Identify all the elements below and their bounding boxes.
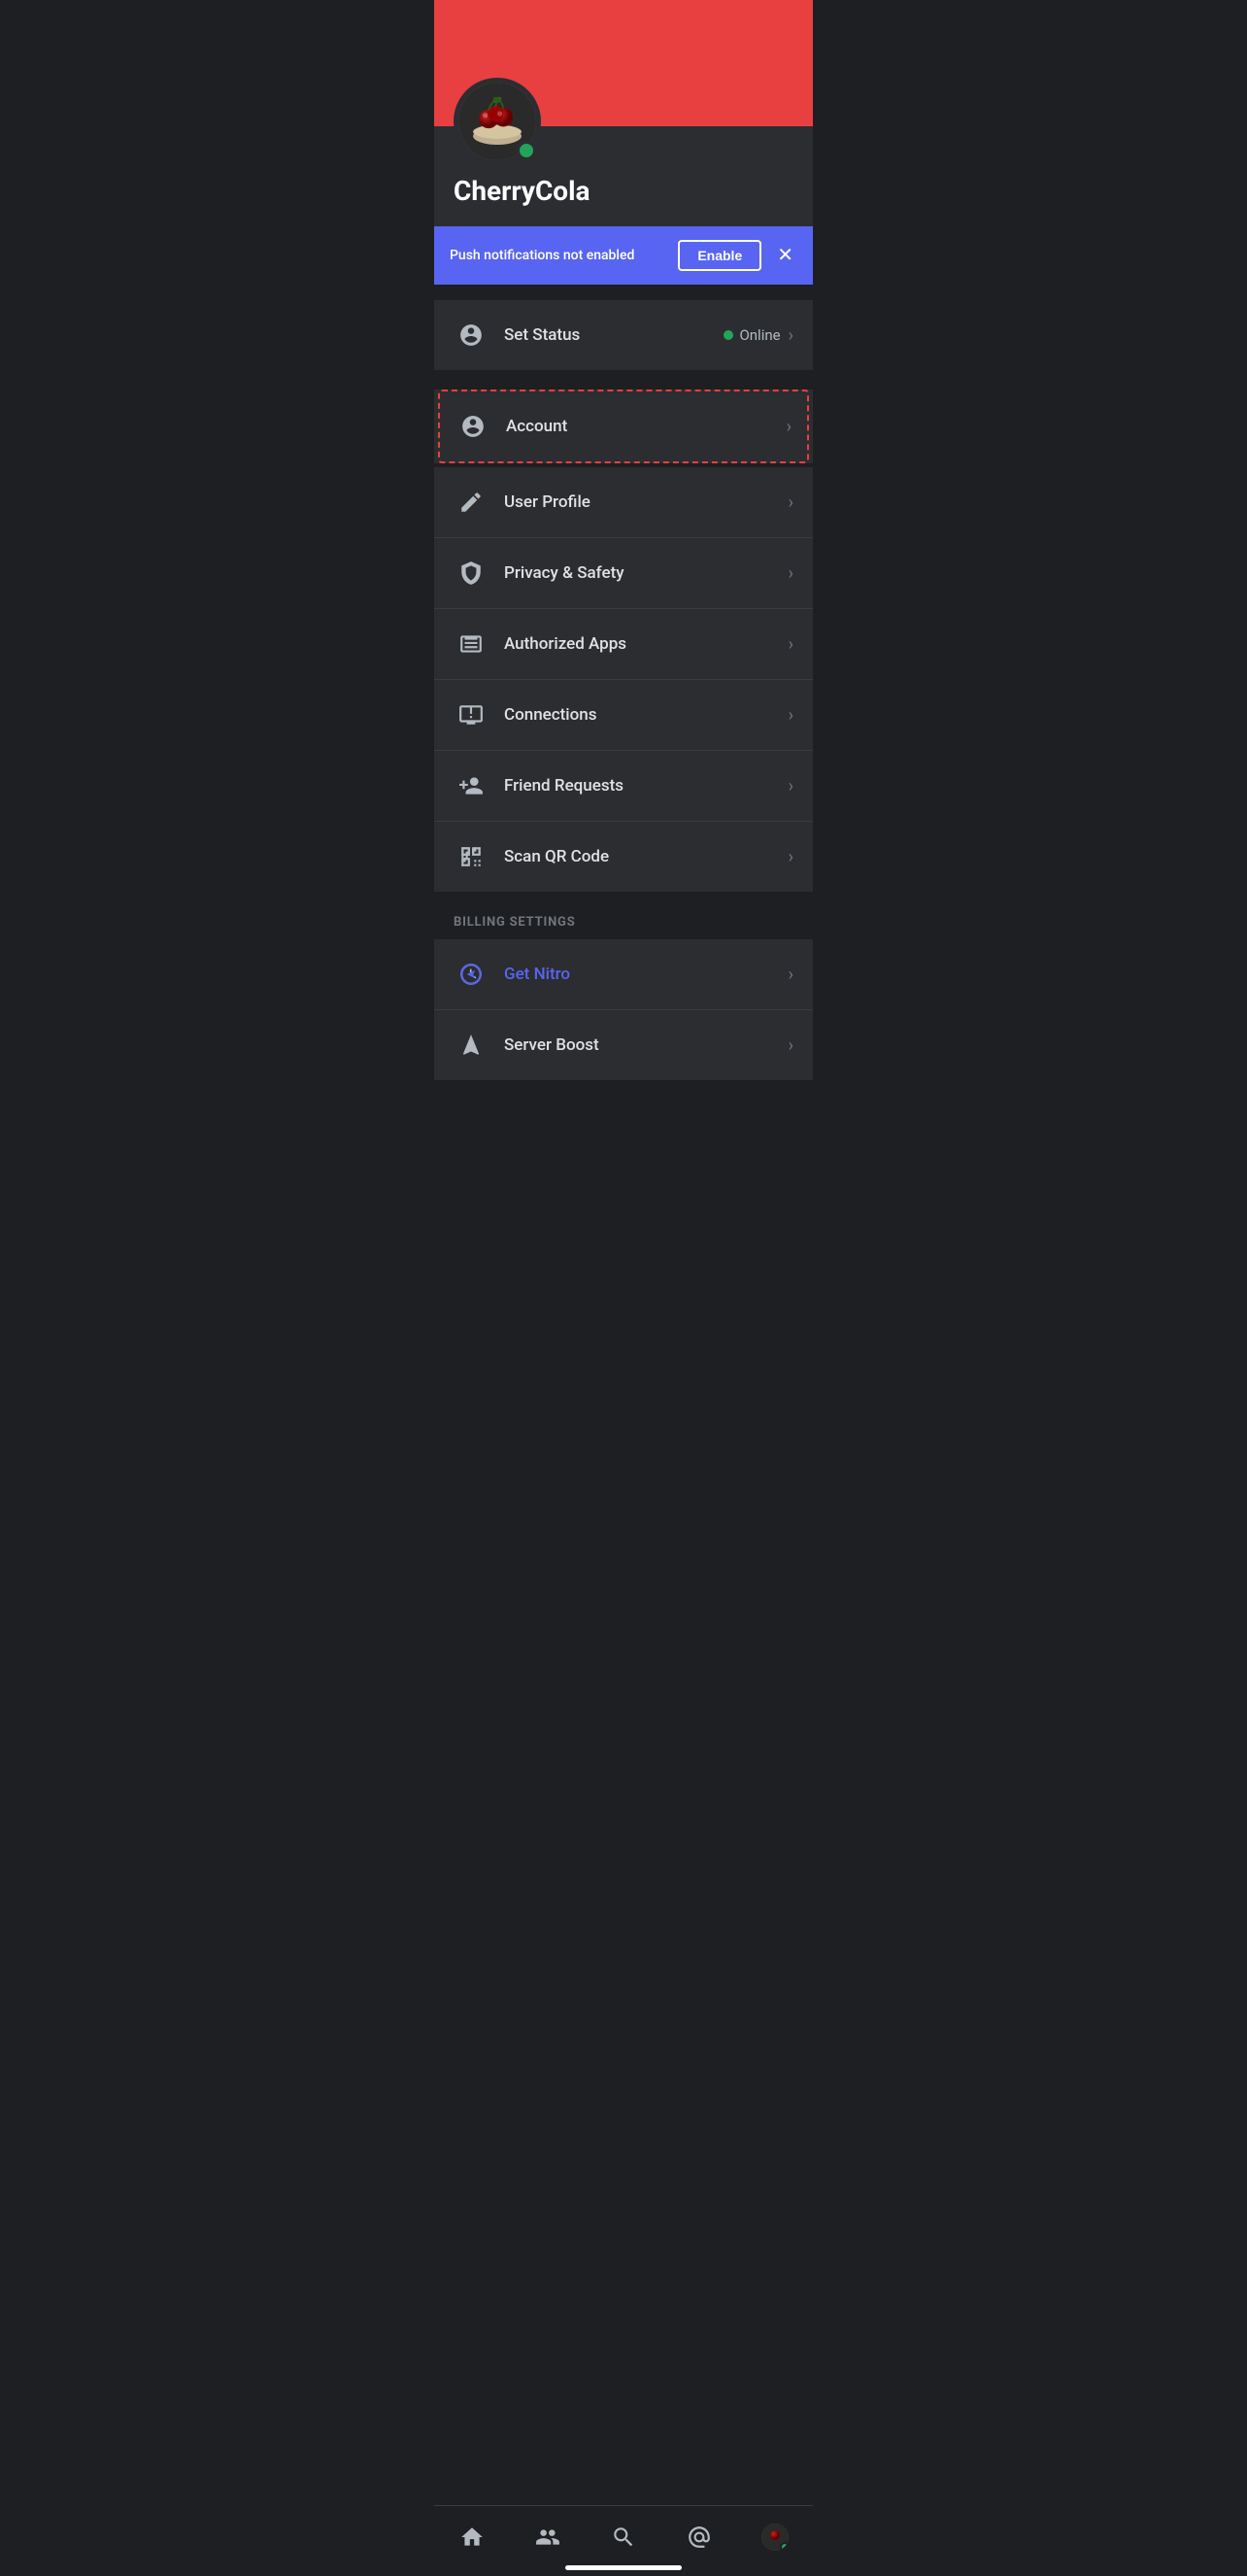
get-nitro-label: Get Nitro bbox=[504, 965, 789, 984]
user-profile-chevron: › bbox=[789, 492, 793, 513]
connections-label: Connections bbox=[504, 705, 789, 725]
get-nitro-item[interactable]: Get Nitro › bbox=[434, 939, 813, 1010]
account-item[interactable]: Account › bbox=[438, 390, 809, 463]
server-boost-item[interactable]: Server Boost › bbox=[434, 1010, 813, 1080]
set-status-chevron: › bbox=[789, 325, 793, 346]
user-profile-label: User Profile bbox=[504, 492, 789, 512]
nav-avatar bbox=[761, 2524, 789, 2551]
header-profile-area: CherryCola bbox=[434, 126, 813, 226]
online-status-dot bbox=[516, 140, 537, 161]
server-boost-label: Server Boost bbox=[504, 1035, 789, 1055]
billing-section: Get Nitro › Server Boost › bbox=[434, 939, 813, 1080]
get-nitro-icon bbox=[454, 957, 489, 992]
notification-banner: Push notifications not enabled Enable ✕ bbox=[434, 226, 813, 285]
server-boost-icon bbox=[454, 1028, 489, 1063]
status-value: Online bbox=[739, 326, 780, 344]
billing-settings-header: BILLING SETTINGS bbox=[434, 892, 813, 939]
authorized-apps-item[interactable]: Authorized Apps › bbox=[434, 609, 813, 680]
authorized-apps-icon bbox=[454, 627, 489, 661]
close-notification-button[interactable]: ✕ bbox=[773, 246, 797, 265]
section-spacer-2 bbox=[434, 370, 813, 386]
account-chevron: › bbox=[787, 417, 792, 437]
friends-icon bbox=[534, 2524, 561, 2551]
enable-notifications-button[interactable]: Enable bbox=[678, 240, 761, 271]
mentions-icon bbox=[686, 2524, 713, 2551]
connections-icon bbox=[454, 697, 489, 732]
friend-requests-chevron: › bbox=[789, 776, 793, 797]
account-icon bbox=[455, 409, 490, 444]
user-profile-icon bbox=[454, 485, 489, 520]
authorized-apps-chevron: › bbox=[789, 634, 793, 655]
set-status-icon bbox=[454, 318, 489, 353]
set-status-label: Set Status bbox=[504, 325, 724, 345]
friend-requests-item[interactable]: Friend Requests › bbox=[434, 751, 813, 822]
set-status-item[interactable]: Set Status Online › bbox=[434, 300, 813, 370]
scan-qr-item[interactable]: Scan QR Code › bbox=[434, 822, 813, 892]
scan-qr-chevron: › bbox=[789, 847, 793, 867]
connections-item[interactable]: Connections › bbox=[434, 680, 813, 751]
username: CherryCola bbox=[454, 175, 793, 207]
status-indicator: Online bbox=[724, 326, 780, 344]
connections-chevron: › bbox=[789, 705, 793, 726]
avatar-wrapper[interactable] bbox=[454, 78, 541, 165]
settings-section: User Profile › Privacy & Safety › Author… bbox=[434, 467, 813, 892]
privacy-safety-icon bbox=[454, 556, 489, 591]
set-status-section: Set Status Online › bbox=[434, 300, 813, 370]
nav-online-dot bbox=[780, 2542, 789, 2551]
get-nitro-chevron: › bbox=[789, 965, 793, 985]
authorized-apps-label: Authorized Apps bbox=[504, 634, 789, 654]
server-boost-chevron: › bbox=[789, 1035, 793, 1056]
scan-qr-label: Scan QR Code bbox=[504, 847, 789, 866]
account-label: Account bbox=[506, 417, 787, 436]
home-indicator bbox=[565, 2565, 682, 2570]
friend-requests-icon bbox=[454, 768, 489, 803]
nav-profile-item[interactable] bbox=[748, 2518, 802, 2557]
nav-home-item[interactable] bbox=[445, 2518, 499, 2557]
home-icon bbox=[458, 2524, 486, 2551]
privacy-safety-label: Privacy & Safety bbox=[504, 563, 789, 583]
privacy-safety-chevron: › bbox=[789, 563, 793, 584]
notification-text: Push notifications not enabled bbox=[450, 248, 666, 263]
privacy-safety-item[interactable]: Privacy & Safety › bbox=[434, 538, 813, 609]
user-profile-item[interactable]: User Profile › bbox=[434, 467, 813, 538]
nav-mentions-item[interactable] bbox=[672, 2518, 726, 2557]
search-icon bbox=[610, 2524, 637, 2551]
friend-requests-label: Friend Requests bbox=[504, 776, 789, 796]
scan-qr-icon bbox=[454, 839, 489, 874]
account-section: Account › bbox=[434, 390, 813, 463]
section-spacer-1 bbox=[434, 285, 813, 300]
status-green-dot bbox=[724, 330, 733, 340]
billing-section-title: BILLING SETTINGS bbox=[454, 915, 576, 930]
nav-search-item[interactable] bbox=[596, 2518, 651, 2557]
nav-friends-item[interactable] bbox=[521, 2518, 575, 2557]
